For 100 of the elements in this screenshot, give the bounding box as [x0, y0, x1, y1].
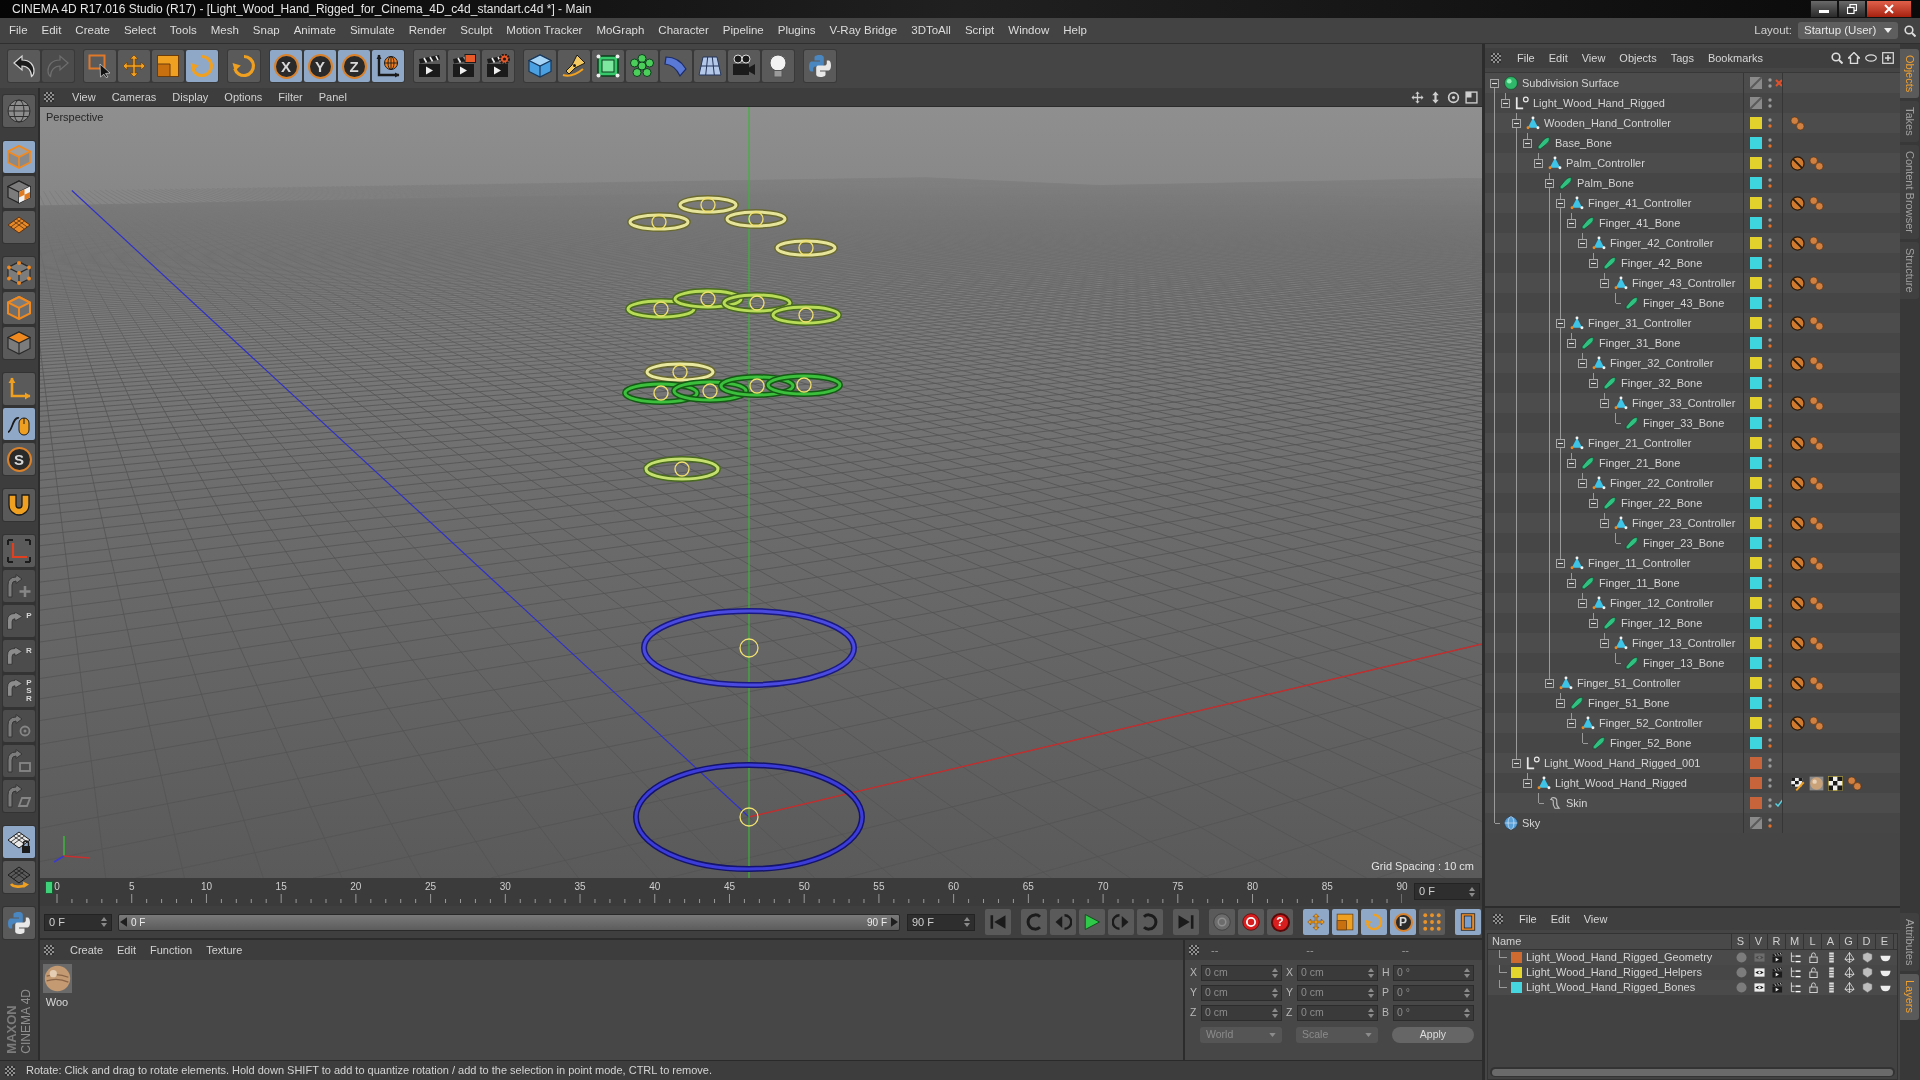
layer-swatch[interactable] [1511, 952, 1522, 963]
side-tab[interactable]: Content Browser [1900, 145, 1919, 239]
visibility-dots-icon[interactable] [1768, 237, 1772, 249]
playhead[interactable] [45, 881, 53, 894]
visibility-dots-icon[interactable] [1768, 657, 1772, 669]
edges-button[interactable] [3, 292, 35, 324]
shield-icon[interactable] [1861, 982, 1873, 993]
collapse-icon[interactable] [1578, 238, 1587, 248]
object-menu-item[interactable]: Bookmarks [1701, 49, 1769, 67]
solo-dot-icon[interactable] [1735, 967, 1747, 978]
two-spheres-icon[interactable] [1809, 555, 1824, 571]
prohibition-icon[interactable] [1790, 155, 1805, 171]
empty-layer-icon[interactable] [1750, 817, 1762, 829]
menu-item[interactable]: MoGraph [589, 21, 652, 40]
object-name[interactable]: Finger_42_Bone [1621, 254, 1703, 272]
visibility-dots-icon[interactable] [1768, 457, 1772, 469]
two-spheres-icon[interactable] [1809, 475, 1824, 491]
layer-swatch[interactable] [1750, 397, 1762, 409]
polygons-button[interactable] [3, 327, 35, 359]
workplane-rotate-button[interactable] [3, 861, 35, 893]
column-header[interactable]: G [1840, 933, 1858, 950]
visibility-dots-icon[interactable] [1768, 317, 1772, 329]
points-button[interactable] [3, 257, 35, 289]
shield-icon[interactable] [1861, 952, 1873, 963]
collapse-icon[interactable] [1556, 318, 1565, 328]
collapse-icon[interactable] [1545, 678, 1554, 688]
axis-lock-button[interactable]: Z [338, 50, 370, 82]
current-frame-field[interactable]: 0 F [1414, 883, 1480, 900]
layer-swatch[interactable] [1750, 137, 1762, 149]
layer-swatch[interactable] [1750, 517, 1762, 529]
light-button[interactable] [762, 50, 794, 82]
menu-item[interactable]: V-Ray Bridge [822, 21, 905, 40]
collapse-icon[interactable] [1567, 718, 1576, 728]
coordinate-field[interactable]: 0 ° [1393, 1005, 1474, 1021]
pyramid-icon[interactable] [1843, 982, 1855, 993]
coordinate-field[interactable]: 0 cm [1201, 985, 1282, 1001]
visibility-dots-icon[interactable] [1768, 517, 1772, 529]
visibility-dots-icon[interactable] [1768, 617, 1772, 629]
collapse-icon[interactable] [1567, 338, 1576, 348]
3d-viewport[interactable]: Perspective Grid Spacing : 10 cm [40, 107, 1482, 878]
menu-item[interactable]: File [2, 21, 35, 40]
layer-swatch[interactable] [1750, 497, 1762, 509]
hierarchy-icon[interactable] [1789, 952, 1801, 963]
layer-swatch[interactable] [1750, 357, 1762, 369]
deformer-button[interactable] [660, 50, 692, 82]
menu-item[interactable]: Sculpt [453, 21, 500, 40]
prohibition-icon[interactable] [1790, 675, 1805, 691]
start-frame-field[interactable]: 0 F [44, 913, 112, 931]
two-spheres-icon[interactable] [1809, 275, 1824, 291]
visibility-dots-icon[interactable] [1768, 157, 1772, 169]
search-icon[interactable] [1831, 52, 1843, 64]
layer-swatch[interactable] [1750, 197, 1762, 209]
record-button[interactable] [1238, 909, 1264, 935]
visibility-dots-icon[interactable] [1768, 477, 1772, 489]
next-frame-button[interactable] [1108, 909, 1134, 935]
layer-swatch[interactable] [1750, 577, 1762, 589]
coordinate-field[interactable]: 0 cm [1201, 1005, 1282, 1021]
object-name[interactable]: Finger_32_Bone [1621, 374, 1703, 392]
prohibition-icon[interactable] [1790, 635, 1805, 651]
menu-item[interactable]: 3DToAll [904, 21, 958, 40]
visibility-dots-icon[interactable] [1768, 757, 1772, 769]
collapse-icon[interactable] [1578, 598, 1587, 608]
pyramid-icon[interactable] [1843, 967, 1855, 978]
object-name[interactable]: Finger_12_Bone [1621, 614, 1703, 632]
menu-item[interactable]: Pipeline [715, 21, 771, 40]
collapse-icon[interactable] [1545, 178, 1554, 188]
collapse-icon[interactable] [1512, 758, 1521, 768]
viewport-menu-item[interactable]: View [66, 88, 102, 106]
object-name[interactable]: Finger_41_Bone [1599, 214, 1681, 232]
prohibition-icon[interactable] [1790, 315, 1805, 331]
layer-swatch[interactable] [1750, 477, 1762, 489]
two-spheres-icon[interactable] [1809, 235, 1824, 251]
visibility-dots-icon[interactable] [1768, 217, 1772, 229]
object-name[interactable]: Palm_Controller [1566, 154, 1645, 172]
side-tab[interactable]: Layers [1900, 974, 1919, 1020]
pyramid-icon[interactable] [1843, 952, 1855, 963]
timeline-button[interactable] [1455, 909, 1481, 935]
object-name[interactable]: Finger_13_Bone [1643, 654, 1725, 672]
preview-range-slider[interactable]: 0 F 90 F [118, 913, 900, 931]
viewport-menu-item[interactable]: Filter [272, 88, 309, 106]
prohibition-icon[interactable] [1790, 435, 1805, 451]
coordinate-field[interactable]: 0 cm [1297, 985, 1378, 1001]
menu-item[interactable]: Script [957, 21, 1002, 40]
hierarchy-icon[interactable] [1789, 982, 1801, 993]
object-name[interactable]: Skin [1566, 794, 1588, 812]
workplane-button[interactable] [3, 211, 35, 243]
visibility-dots-icon[interactable] [1768, 137, 1772, 149]
collapse-icon[interactable] [1578, 358, 1587, 368]
layer-swatch[interactable] [1750, 277, 1762, 289]
empty-layer-icon[interactable] [1750, 77, 1762, 89]
collapse-icon[interactable] [1501, 98, 1510, 108]
clapperboard-icon[interactable] [1771, 982, 1783, 993]
eye-icon[interactable] [1753, 967, 1765, 978]
prohibition-icon[interactable] [1790, 515, 1805, 531]
collapse-icon[interactable] [1534, 158, 1543, 168]
coordinate-field[interactable]: 0 cm [1297, 1005, 1378, 1021]
viewport-menu-item[interactable]: Options [218, 88, 269, 106]
layer-swatch[interactable] [1750, 417, 1762, 429]
solo-dot-icon[interactable] [1735, 952, 1747, 963]
layer-swatch[interactable] [1750, 217, 1762, 229]
